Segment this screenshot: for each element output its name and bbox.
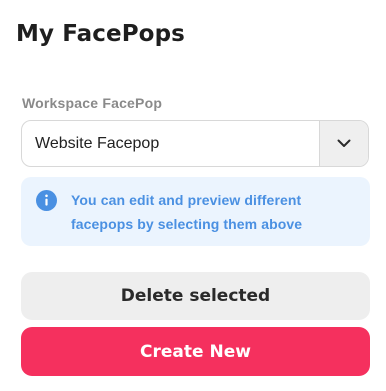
workspace-facepop-selected-value: Website Facepop [35,135,160,152]
create-new-button[interactable]: Create New [21,327,370,376]
info-message: You can edit and preview different facep… [21,177,370,246]
chevron-down-icon[interactable] [319,121,368,166]
info-text: You can edit and preview different facep… [71,192,303,232]
workspace-facepop-label: Workspace FacePop [22,95,163,111]
delete-selected-button[interactable]: Delete selected [21,272,370,320]
info-icon [36,190,57,211]
page-title: My FacePops [16,21,185,47]
workspace-facepop-select[interactable]: Website Facepop [21,120,369,167]
